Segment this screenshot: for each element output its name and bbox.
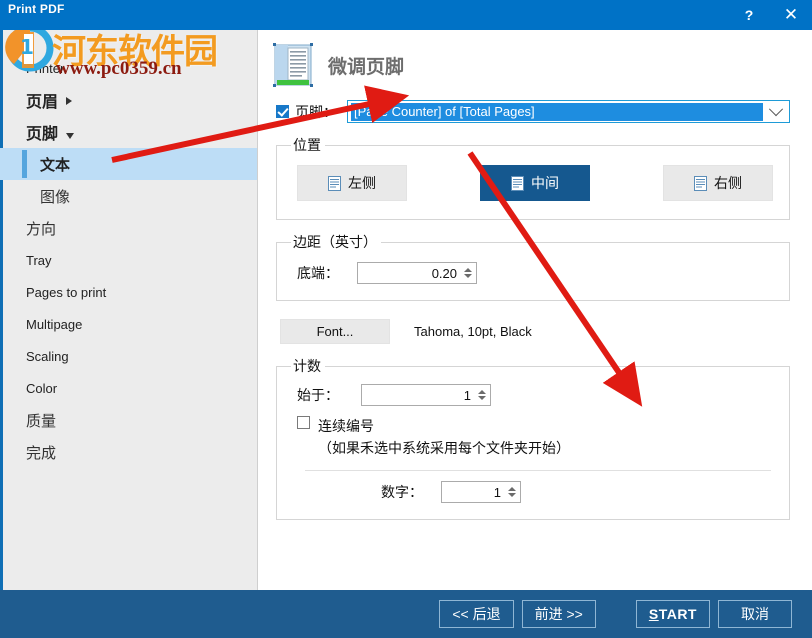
position-buttons: 左侧 中间 右侧 <box>291 159 779 209</box>
continuous-numbering-label: 连续编号 <box>318 416 570 436</box>
sidebar-item-label: Printer <box>26 61 64 76</box>
chevron-right-icon <box>66 97 72 105</box>
sidebar-item-printer[interactable]: Printer <box>0 52 257 84</box>
margin-group-legend: 边距（英寸） <box>291 232 381 252</box>
sidebar-item-label: 方向 <box>26 218 56 239</box>
continuous-numbering-row: 连续编号 （如果禾选中系统采用每个文件夹开始） <box>291 410 779 458</box>
stepper-arrows-icon[interactable] <box>461 263 476 283</box>
help-icon[interactable]: ? <box>728 0 770 30</box>
sidebar-item-label: 图像 <box>40 186 70 207</box>
stepper-arrows-icon[interactable] <box>475 385 490 405</box>
sidebar-item-header[interactable]: 页眉 <box>0 84 257 116</box>
sidebar-item-footer[interactable]: 页脚 <box>0 116 257 148</box>
font-button[interactable]: Font... <box>280 319 390 344</box>
divider <box>305 470 771 471</box>
counting-digits-label: 数字： <box>381 482 423 502</box>
footer-text-combobox[interactable]: [Page Counter] of [Total Pages] <box>347 100 790 123</box>
margin-bottom-value: 0.20 <box>358 266 461 281</box>
position-right-button[interactable]: 右侧 <box>663 165 773 201</box>
counting-group-legend: 计数 <box>291 356 325 376</box>
document-icon <box>328 176 341 191</box>
margin-bottom-row: 底端： 0.20 <box>291 256 779 290</box>
footer-enable-label: 页脚： <box>295 102 337 122</box>
sidebar-item-finishing[interactable]: 完成 <box>0 436 257 468</box>
counting-start-row: 始于： 1 <box>291 380 779 410</box>
counting-start-stepper[interactable]: 1 <box>361 384 491 406</box>
title-bar: Print PDF ? ✕ <box>0 0 812 30</box>
sidebar-item-tray[interactable]: Tray <box>0 244 257 276</box>
counting-digits-value: 1 <box>442 485 505 500</box>
sidebar-item-label: Scaling <box>26 349 69 364</box>
position-right-label: 右侧 <box>714 173 742 193</box>
continuous-numbering-checkbox[interactable] <box>297 416 310 429</box>
sidebar-item-label: 完成 <box>26 442 56 463</box>
footer-enable-row: 页脚： [Page Counter] of [Total Pages] <box>272 100 790 123</box>
title-bar-buttons: ? ✕ <box>728 0 812 30</box>
sidebar-item-scaling[interactable]: Scaling <box>0 340 257 372</box>
panel-header: 微调页脚 <box>272 38 790 94</box>
settings-panel: 微调页脚 页脚： [Page Counter] of [Total Pages]… <box>258 30 812 590</box>
sidebar-item-color[interactable]: Color <box>0 372 257 404</box>
sidebar-item-label: Pages to print <box>26 285 106 300</box>
document-icon <box>511 176 524 191</box>
sidebar-item-label: 质量 <box>26 410 56 431</box>
start-button[interactable]: START <box>636 600 710 628</box>
next-button[interactable]: 前进 >> <box>522 600 596 628</box>
page-title: 微调页脚 <box>328 52 404 79</box>
cancel-button[interactable]: 取消 <box>718 600 792 628</box>
margin-bottom-stepper[interactable]: 0.20 <box>357 262 477 284</box>
start-button-label: TART <box>659 606 697 622</box>
margin-group: 边距（英寸） 底端： 0.20 <box>276 232 790 301</box>
margin-bottom-label: 底端： <box>297 263 339 283</box>
sidebar-item-image[interactable]: 图像 <box>0 180 257 212</box>
continuous-numbering-note: （如果禾选中系统采用每个文件夹开始） <box>318 438 570 458</box>
position-center-label: 中间 <box>531 173 559 193</box>
sidebar-item-label: 页脚 <box>26 120 58 144</box>
sidebar-item-label: Multipage <box>26 317 82 332</box>
print-pdf-dialog: Print PDF ? ✕ Printer 页眉 页脚 文本 图像 <box>0 0 812 638</box>
chevron-down-icon <box>66 133 74 139</box>
start-button-accel: S <box>649 606 659 622</box>
sidebar-item-quality[interactable]: 质量 <box>0 404 257 436</box>
back-button[interactable]: << 后退 <box>439 600 513 628</box>
dialog-body: Printer 页眉 页脚 文本 图像 方向 Tray <box>0 30 812 590</box>
dialog-footer-bar: << 后退 前进 >> START 取消 <box>0 590 812 638</box>
position-group-legend: 位置 <box>291 135 325 155</box>
counting-group: 计数 始于： 1 连续编号 （如果禾选中系统采用每个文件夹开始） <box>276 356 790 520</box>
sidebar-item-orientation[interactable]: 方向 <box>0 212 257 244</box>
sidebar-item-pages-to-print[interactable]: Pages to print <box>0 276 257 308</box>
stepper-arrows-icon[interactable] <box>505 482 520 502</box>
window-title: Print PDF <box>0 0 64 16</box>
close-icon[interactable]: ✕ <box>770 0 812 30</box>
counting-start-value: 1 <box>362 388 475 403</box>
position-left-button[interactable]: 左侧 <box>297 165 407 201</box>
font-description: Tahoma, 10pt, Black <box>414 324 532 339</box>
position-group: 位置 左侧 中间 <box>276 135 790 220</box>
footer-enable-checkbox[interactable] <box>276 105 289 118</box>
sidebar-item-label: 页眉 <box>26 88 58 112</box>
position-center-button[interactable]: 中间 <box>480 165 590 201</box>
font-row: Font... Tahoma, 10pt, Black <box>276 319 790 344</box>
sidebar-item-label: Tray <box>26 253 52 268</box>
sidebar-item-label: Color <box>26 381 57 396</box>
sidebar-item-text[interactable]: 文本 <box>0 148 257 180</box>
document-icon <box>694 176 707 191</box>
counting-digits-row: 数字： 1 <box>291 481 779 509</box>
footer-text-value: [Page Counter] of [Total Pages] <box>351 103 763 121</box>
chevron-down-icon[interactable] <box>763 107 789 117</box>
sidebar-item-multipage[interactable]: Multipage <box>0 308 257 340</box>
footer-document-icon <box>272 42 314 88</box>
navigation-sidebar: Printer 页眉 页脚 文本 图像 方向 Tray <box>0 30 258 590</box>
position-left-label: 左侧 <box>348 173 376 193</box>
counting-digits-stepper[interactable]: 1 <box>441 481 521 503</box>
counting-start-label: 始于： <box>297 385 339 405</box>
sidebar-item-label: 文本 <box>40 154 70 175</box>
